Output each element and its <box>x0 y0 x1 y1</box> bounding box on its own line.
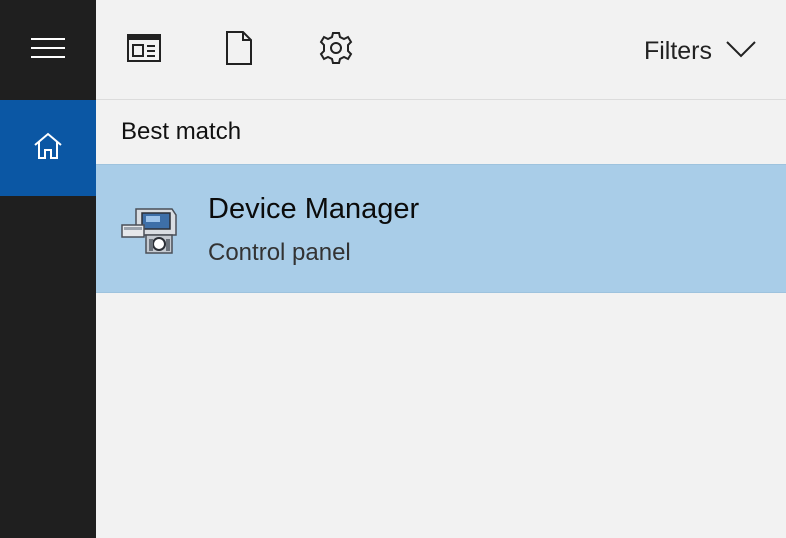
documents-filter-button[interactable] <box>215 26 263 74</box>
best-match-heading: Best match <box>121 118 242 145</box>
left-rail <box>0 0 96 538</box>
result-subtitle: Control panel <box>208 239 351 266</box>
home-button[interactable] <box>0 100 96 196</box>
device-manager-icon <box>118 201 182 257</box>
chevron-down-icon <box>726 40 756 63</box>
apps-filter-button[interactable] <box>120 26 168 74</box>
filters-label: Filters <box>643 36 712 65</box>
filters-dropdown[interactable]: Filters <box>644 30 756 72</box>
search-results-panel: Filters Best match Device Manager Contro… <box>96 0 786 538</box>
home-icon <box>32 131 64 166</box>
apps-icon <box>127 33 161 67</box>
settings-gear-icon <box>319 31 353 70</box>
result-title: Device Manager <box>208 193 420 225</box>
documents-icon <box>225 30 253 70</box>
best-match-result[interactable]: Device Manager Control panel <box>96 164 786 293</box>
search-toolbar: Filters <box>96 0 786 100</box>
settings-filter-button[interactable] <box>312 26 360 74</box>
hamburger-icon <box>31 37 65 64</box>
menu-button[interactable] <box>0 0 96 100</box>
